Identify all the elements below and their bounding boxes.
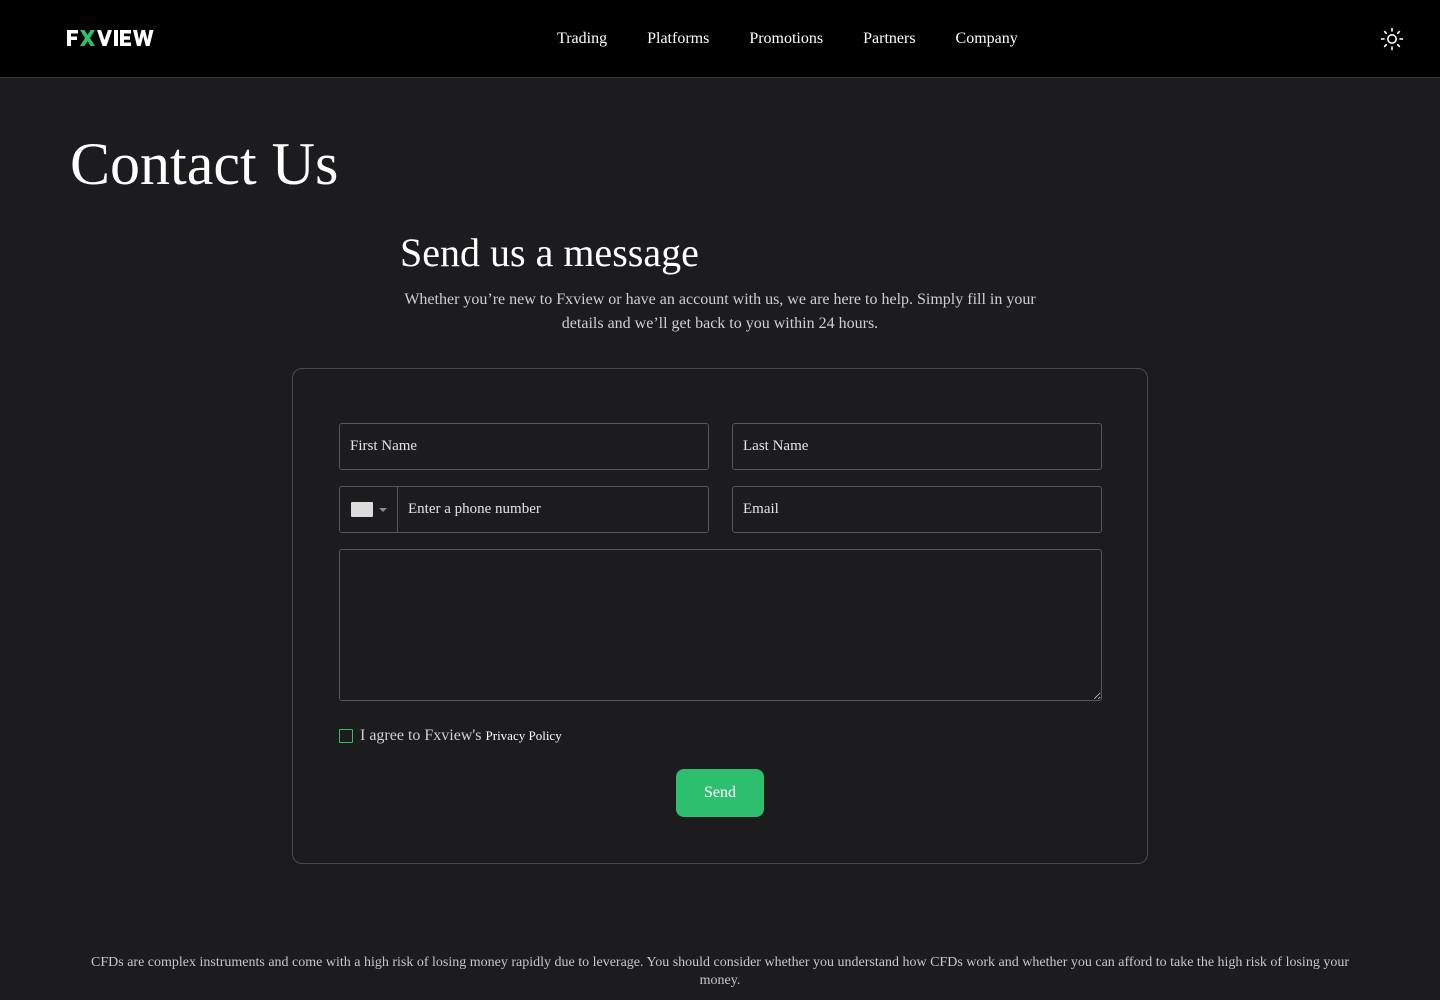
section-title: Send us a message [400, 230, 699, 275]
nav-company[interactable]: Company [936, 28, 1038, 50]
phone-input[interactable] [398, 487, 708, 532]
fxview-logo[interactable] [66, 27, 164, 49]
risk-disclaimer: CFDs are complex instruments and come wi… [91, 955, 1349, 988]
last-name-input[interactable] [732, 423, 1102, 470]
privacy-policy-link[interactable]: Privacy Policy [486, 728, 562, 744]
nav-partners[interactable]: Partners [843, 28, 935, 50]
chevron-down-icon [379, 507, 387, 512]
main-nav: Trading Platforms Promotions Partners Co… [537, 28, 1038, 50]
country-code-dropdown[interactable] [340, 487, 398, 532]
section-subtitle: Whether you’re new to Fxview or have an … [404, 291, 1036, 332]
send-button[interactable]: Send [676, 769, 764, 817]
sun-icon [1380, 27, 1404, 51]
agree-checkbox[interactable] [339, 729, 353, 743]
nav-promotions[interactable]: Promotions [729, 28, 843, 50]
message-textarea[interactable] [339, 549, 1102, 701]
first-name-input[interactable] [339, 423, 709, 470]
fxview-logo-mark [67, 30, 154, 46]
flag-icon [351, 502, 373, 517]
contact-form: I agree to Fxview's Privacy Policy Send [292, 368, 1148, 864]
agree-label: I agree to Fxview's [360, 727, 482, 744]
theme-toggle-button[interactable] [1380, 27, 1404, 51]
nav-trading[interactable]: Trading [537, 28, 627, 50]
nav-platforms[interactable]: Platforms [627, 28, 729, 50]
page-title: Contact Us [70, 131, 339, 197]
phone-field [339, 486, 709, 533]
top-header: Trading Platforms Promotions Partners Co… [0, 0, 1440, 78]
email-input[interactable] [732, 486, 1102, 533]
privacy-agreement: I agree to Fxview's Privacy Policy [339, 726, 562, 746]
